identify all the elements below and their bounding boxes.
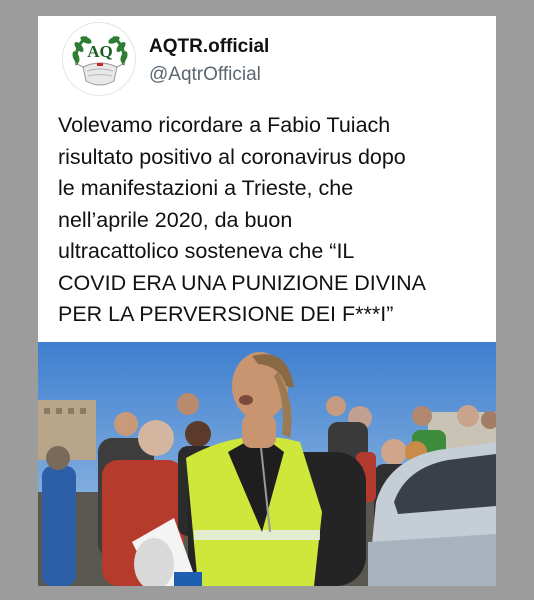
tweet-photo[interactable] <box>38 342 496 586</box>
display-name[interactable]: AQTR.official <box>149 36 269 58</box>
tweet-card: AQ AQTR.official @AqtrOfficial Volevamo … <box>38 16 496 586</box>
avatar[interactable]: AQ <box>62 22 136 96</box>
tweet-text: Volevamo ricordare a Fabio Tuiach risult… <box>58 110 488 331</box>
tweet-text-line: Volevamo ricordare a Fabio Tuiach <box>58 113 391 137</box>
tweet-header: AQ AQTR.official @AqtrOfficial <box>38 16 496 106</box>
tweet-text-line: nell’aprile 2020, da buon <box>58 207 293 232</box>
user-handle[interactable]: @AqtrOfficial <box>149 64 261 86</box>
aqtr-logo-icon: AQ <box>72 35 128 86</box>
tweet-text-line: PER LA PERVERSIONE DEI F***I” <box>58 302 394 326</box>
tweet-text-line: ultracattolico sosteneva che “IL <box>58 239 355 263</box>
tweet-text-line: le manifestazioni a Trieste, che <box>58 176 354 200</box>
logo-text: AQ <box>87 42 113 61</box>
tweet-text-line: COVID ERA UNA PUNIZIONE DIVINA <box>58 270 426 295</box>
tweet-text-line: risultato positivo al coronavirus dopo <box>58 144 406 169</box>
photo-icon <box>38 342 496 586</box>
